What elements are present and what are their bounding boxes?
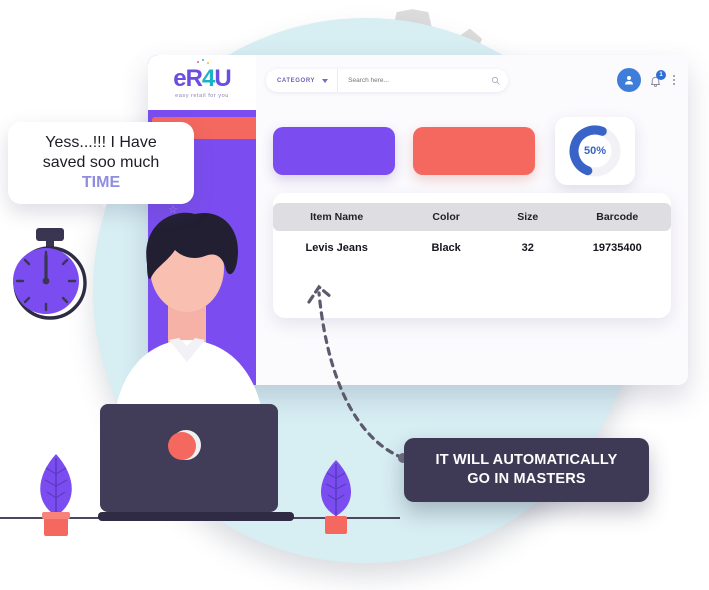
summary-cards: 50% <box>273 117 635 185</box>
notification-badge: 1 <box>656 70 666 80</box>
items-table: Item Name Color Size Barcode Levis Jeans… <box>273 203 671 265</box>
category-dropdown-label: CATEGORY <box>277 77 316 84</box>
plant-illustration-right <box>320 460 352 534</box>
app-logo: eR4U easy retail for you <box>148 55 256 110</box>
cell-color: Black <box>431 242 461 254</box>
logo-sparkle-icon <box>197 59 211 66</box>
person-illustration <box>113 212 265 430</box>
speech-bubble-line-2: saved soo much <box>42 154 160 172</box>
summary-card-purple[interactable] <box>273 127 395 175</box>
cell-item-name: Levis Jeans <box>305 242 368 254</box>
summary-card-coral[interactable] <box>413 127 535 175</box>
search-icon <box>491 76 500 85</box>
column-header-color: Color <box>432 211 460 223</box>
table-header-row: Item Name Color Size Barcode <box>273 203 671 231</box>
logo-tagline: easy retail for you <box>175 92 229 99</box>
column-header-size: Size <box>517 211 539 223</box>
plant-illustration-left <box>40 454 72 536</box>
chevron-down-icon <box>322 78 329 83</box>
speech-bubble-highlight: TIME <box>81 173 121 191</box>
donut-chart: 50% <box>567 123 623 179</box>
cell-barcode: 19735400 <box>592 242 642 254</box>
dot <box>673 75 675 77</box>
progress-card: 50% <box>555 117 635 185</box>
logo-letter-e: e <box>173 64 186 92</box>
header-actions: 1 <box>617 68 677 92</box>
cell-size: 32 <box>521 242 534 254</box>
column-header-barcode: Barcode <box>596 211 639 223</box>
logo-wordmark: eR4U <box>173 64 231 92</box>
dot <box>673 83 675 85</box>
app-content: 50% Item Name Color Size Barcode Levis J… <box>256 105 688 385</box>
table-row[interactable]: Levis Jeans Black 32 19735400 <box>273 231 671 265</box>
logo-letter-u: U <box>214 64 231 92</box>
illustration-canvas: eR4U easy retail for you ☆ CATEGORY Sear… <box>0 0 709 590</box>
laptop-illustration <box>98 404 294 521</box>
dot <box>673 79 675 81</box>
callout-banner-line-1: IT WILL AUTOMATICALLY <box>435 452 618 469</box>
more-options-button[interactable] <box>671 73 677 87</box>
logo-letter-r: R <box>185 64 203 92</box>
callout-banner: IT WILL AUTOMATICALLY GO IN MASTERS <box>404 438 649 502</box>
logo-letter-4: 4 <box>202 64 215 92</box>
items-table-panel: Item Name Color Size Barcode Levis Jeans… <box>273 193 671 318</box>
user-icon <box>625 76 633 85</box>
search-button[interactable] <box>482 69 508 92</box>
column-header-item-name: Item Name <box>310 211 364 223</box>
app-header: CATEGORY Search here... 1 <box>256 55 688 105</box>
callout-banner-line-2: GO IN MASTERS <box>467 471 586 487</box>
callout-banner-text: IT WILL AUTOMATICALLY GO IN MASTERS <box>436 451 618 489</box>
donut-percent-label: 50% <box>583 145 607 157</box>
notifications-button[interactable]: 1 <box>649 70 666 88</box>
speech-bubble: Yess...!!! I Have saved soo much TIME <box>8 122 194 204</box>
search-bar: CATEGORY <box>266 69 508 92</box>
avatar[interactable] <box>617 68 641 92</box>
search-input[interactable] <box>338 76 482 85</box>
category-dropdown[interactable]: CATEGORY <box>266 69 339 92</box>
speech-bubble-line-1: Yess...!!! I Have <box>45 134 157 151</box>
stopwatch-illustration <box>13 228 87 320</box>
